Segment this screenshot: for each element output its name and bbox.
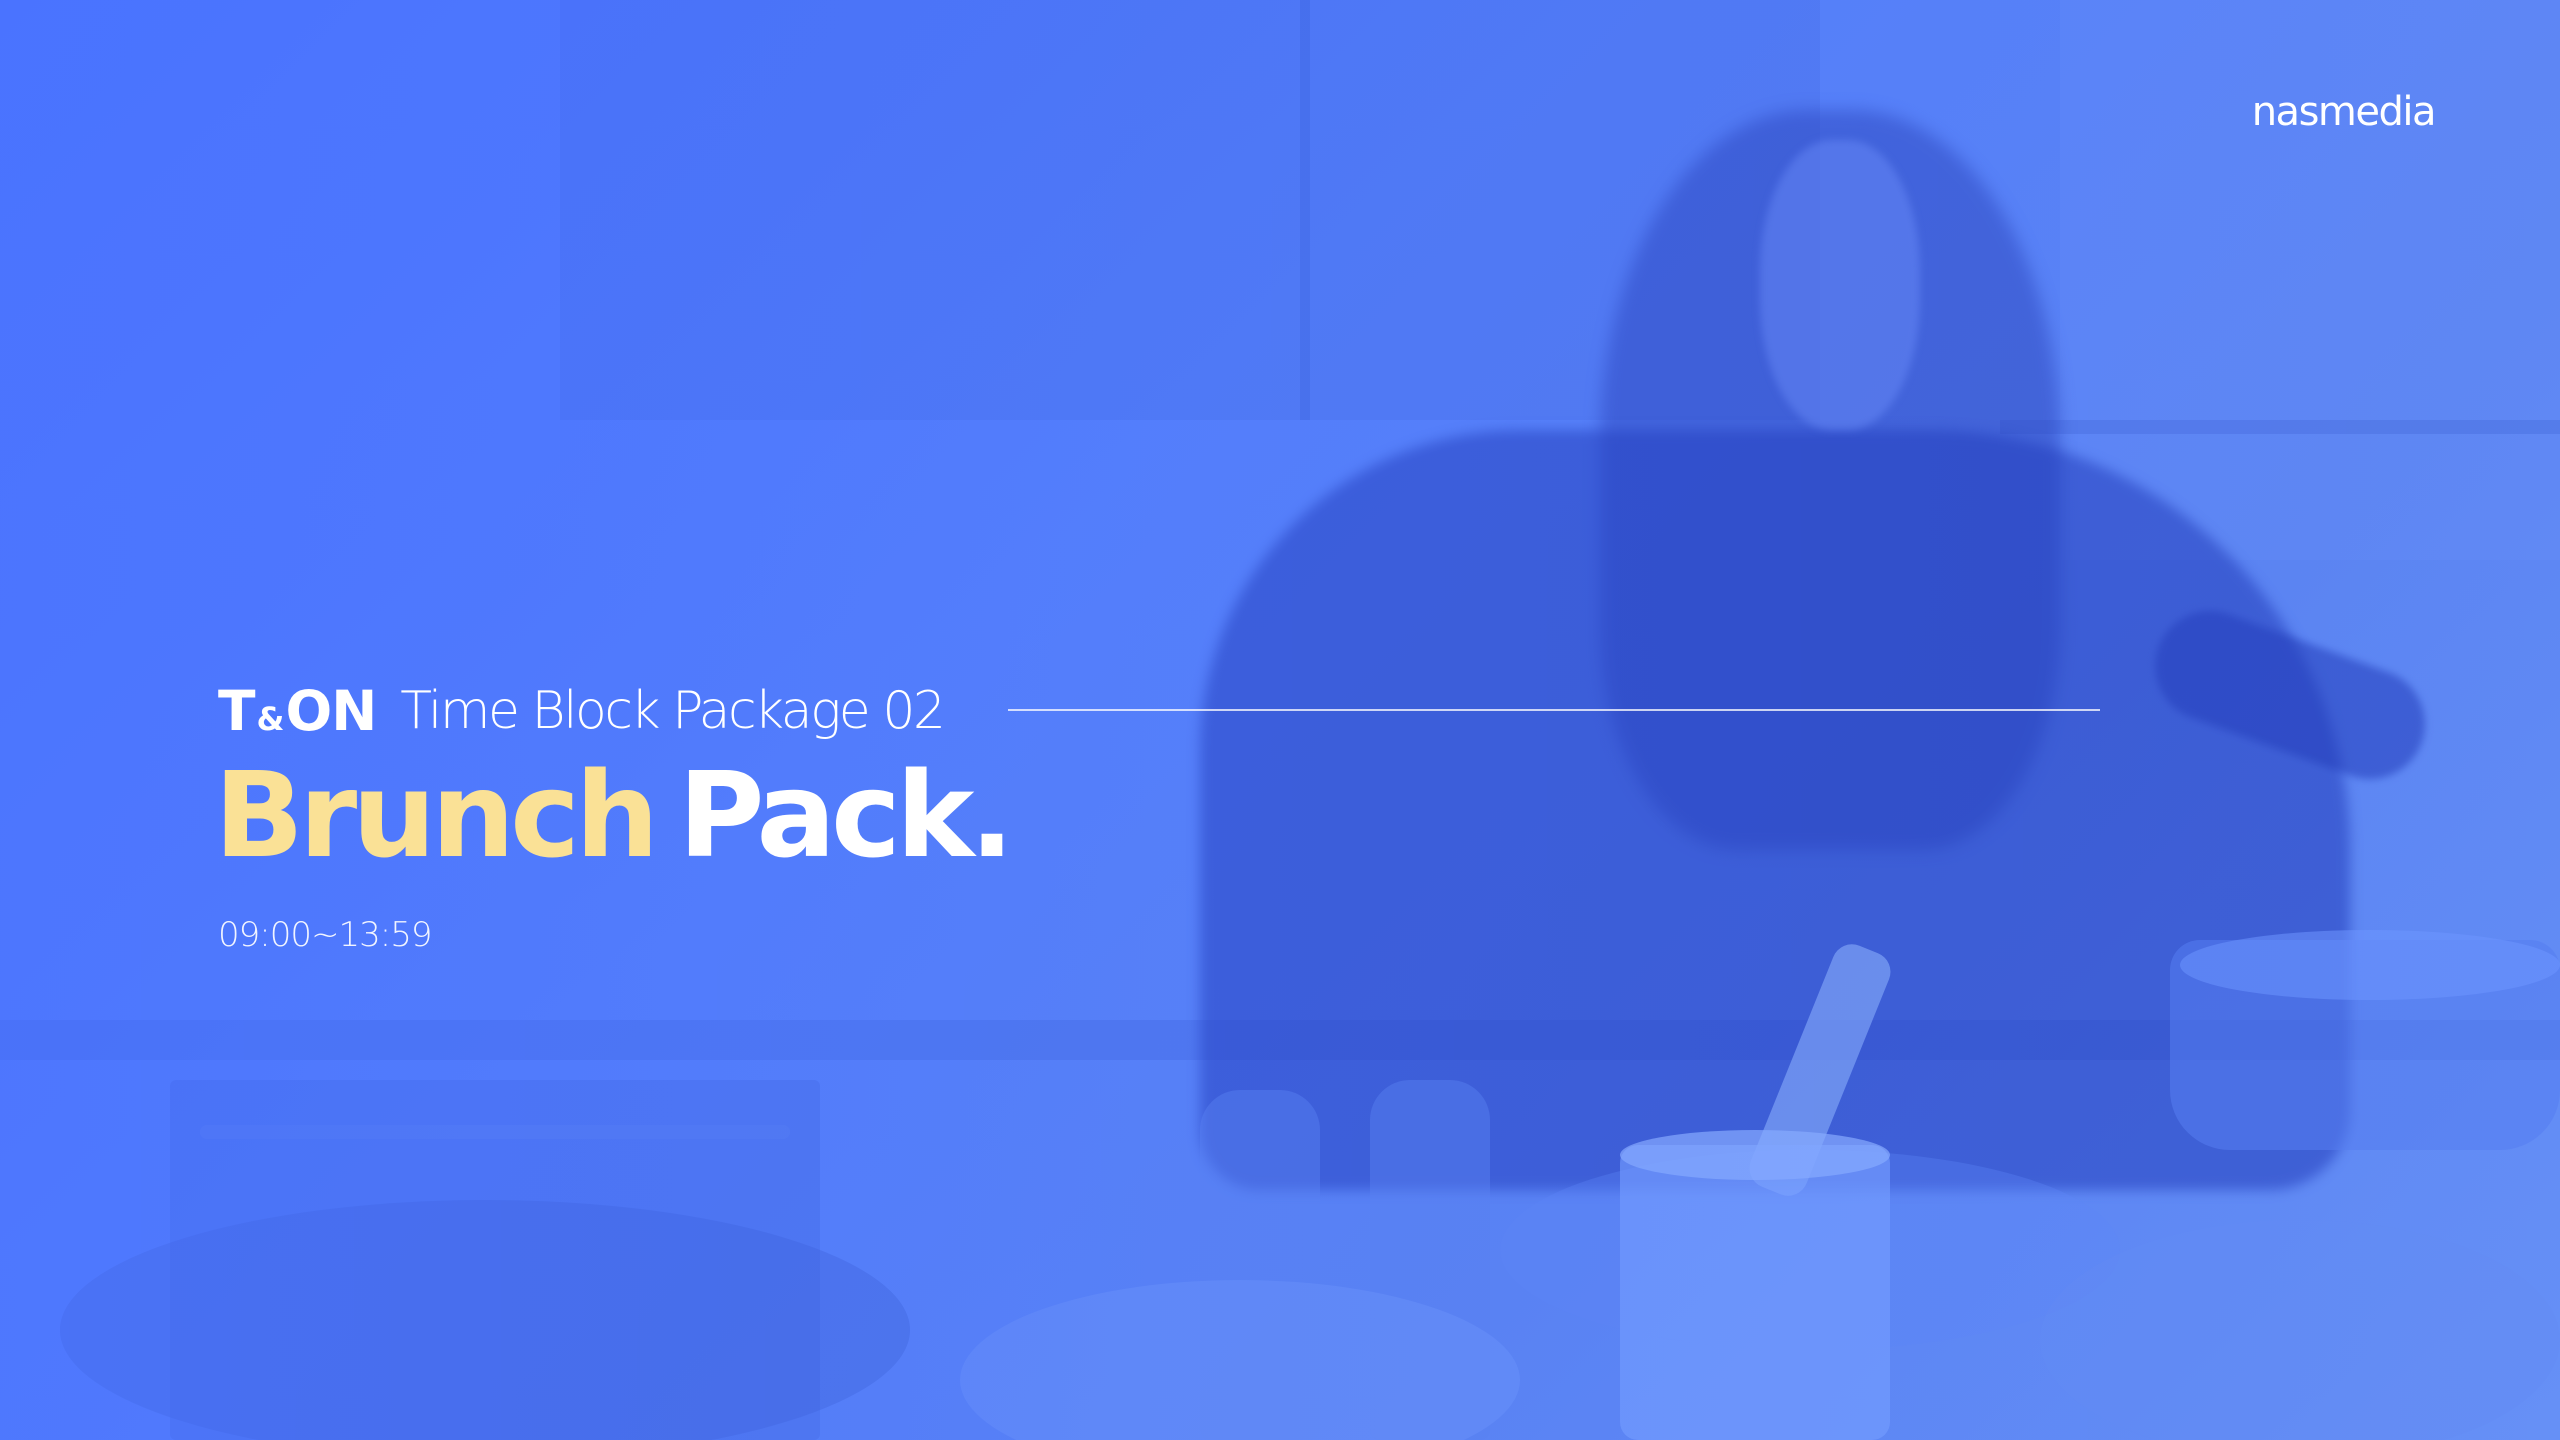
tnon-logo: T & ON bbox=[218, 678, 377, 743]
tnon-logo-ampersand: & bbox=[256, 699, 285, 738]
nasmedia-logo: nasmedia bbox=[2251, 89, 2437, 135]
header-divider-line bbox=[1008, 709, 2100, 711]
main-title-rest: Pack. bbox=[678, 746, 1014, 884]
slide: nasmedia T & ON Time Block Package 02 Br… bbox=[0, 0, 2560, 1440]
tnon-logo-t: T bbox=[218, 678, 256, 743]
main-title-accent: Brunch bbox=[214, 746, 659, 884]
tnon-logo-on: ON bbox=[285, 678, 377, 743]
time-range: 09:00~13:59 bbox=[218, 915, 432, 955]
header-row: T & ON Time Block Package 02 bbox=[218, 678, 946, 744]
main-title: Brunch Pack. bbox=[214, 756, 1014, 874]
package-title: Time Block Package 02 bbox=[400, 681, 946, 741]
